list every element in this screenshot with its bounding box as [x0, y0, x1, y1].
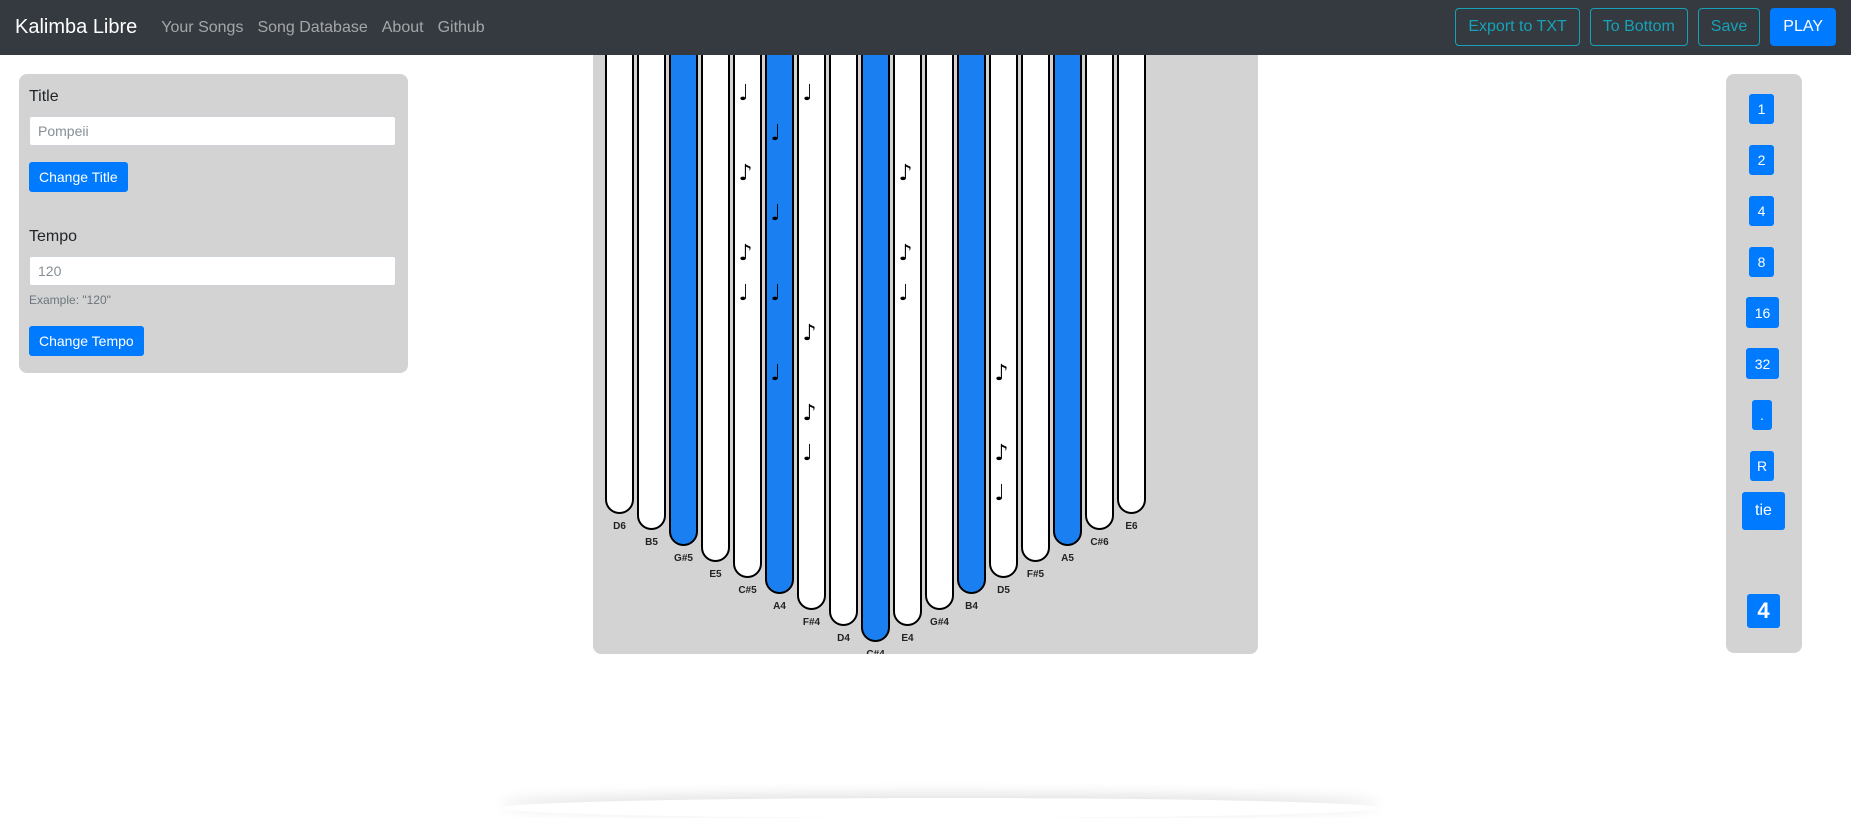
tine-e4[interactable] — [893, 55, 922, 626]
tine-csharp6[interactable] — [1085, 55, 1114, 530]
duration-32-button[interactable]: 32 — [1746, 348, 1779, 379]
note-toolbar: 1 2 4 8 16 32 . R tie 4 — [1726, 74, 1802, 653]
duration-4-button[interactable]: 4 — [1749, 196, 1774, 226]
tine-label: F#4 — [803, 617, 821, 628]
tine-label: D4 — [837, 633, 850, 644]
tine-label: A4 — [773, 601, 786, 612]
note-marker[interactable]: ♩ — [803, 81, 813, 106]
duration-1-button[interactable]: 1 — [1749, 94, 1774, 124]
play-button[interactable]: PLAY — [1770, 8, 1836, 46]
tine-label: A5 — [1061, 553, 1074, 564]
navbar: Kalimba Libre Your Songs Song Database A… — [0, 0, 1851, 55]
note-marker[interactable]: ♪ — [739, 161, 753, 186]
tine-label: B4 — [965, 601, 978, 612]
tine-gsharp5[interactable] — [669, 55, 698, 546]
tine-d4[interactable] — [829, 55, 858, 626]
tine-label: D6 — [613, 521, 626, 532]
tine-label: G#5 — [674, 553, 693, 564]
tine-b4[interactable] — [957, 55, 986, 594]
tine-d6[interactable] — [605, 55, 634, 514]
note-marker[interactable]: ♪ — [995, 441, 1009, 466]
note-marker[interactable]: ♪ — [739, 241, 753, 266]
note-marker[interactable]: ♪ — [899, 161, 913, 186]
export-txt-button[interactable]: Export to TXT — [1455, 8, 1580, 46]
tine-gsharp4[interactable] — [925, 55, 954, 610]
kalimba-svg: D6 B5 G#5 E5 C#5 A4 F#4 D4 C#4 E4 G#4 B4 D5 F#5 A5 C#6 E… — [605, 55, 1146, 654]
note-marker[interactable]: ♪ — [803, 321, 817, 346]
tine-fsharp5[interactable] — [1021, 55, 1050, 562]
note-marker[interactable]: ♩ — [771, 121, 781, 146]
tempo-hint: Example: "120" — [29, 293, 111, 307]
change-tempo-button[interactable]: Change Tempo — [29, 326, 144, 356]
tine-e5[interactable] — [701, 55, 730, 562]
note-marker[interactable]: ♩ — [739, 281, 749, 306]
note-marker[interactable]: ♪ — [899, 241, 913, 266]
note-marker[interactable]: ♩ — [771, 201, 781, 226]
tine-a5[interactable] — [1053, 55, 1082, 546]
note-marker[interactable]: ♪ — [803, 401, 817, 426]
tine-label: C#5 — [738, 585, 757, 596]
save-button[interactable]: Save — [1697, 8, 1761, 46]
duration-2-button[interactable]: 2 — [1749, 145, 1774, 175]
tine-e6[interactable] — [1117, 55, 1146, 514]
tine-label: F#5 — [1027, 569, 1045, 580]
tine-label: D5 — [997, 585, 1010, 596]
tine-label: C#6 — [1090, 537, 1109, 548]
bottom-shadow — [500, 798, 1380, 818]
to-bottom-button[interactable]: To Bottom — [1589, 8, 1688, 46]
tine-label: B5 — [645, 537, 658, 548]
tine-label: C#4 — [866, 649, 885, 654]
tine-label: E6 — [1125, 521, 1138, 532]
tine-label: E5 — [709, 569, 722, 580]
nav-song-database[interactable]: Song Database — [257, 19, 367, 37]
duration-8-button[interactable]: 8 — [1749, 247, 1774, 277]
tine-label: G#4 — [930, 617, 949, 628]
title-label: Title — [29, 88, 59, 105]
duration-16-button[interactable]: 16 — [1746, 297, 1779, 328]
tine-csharp4[interactable] — [861, 55, 890, 642]
nav-about[interactable]: About — [382, 19, 424, 37]
current-duration-indicator: 4 — [1747, 594, 1780, 628]
note-marker[interactable]: ♩ — [771, 281, 781, 306]
tie-button[interactable]: tie — [1742, 492, 1785, 530]
brand-link[interactable]: Kalimba Libre — [15, 16, 137, 39]
nav-github[interactable]: Github — [438, 19, 485, 37]
note-marker[interactable]: ♩ — [899, 281, 909, 306]
nav-your-songs[interactable]: Your Songs — [161, 19, 243, 37]
song-settings-panel: Title Change Title Tempo Example: "120" … — [19, 74, 408, 373]
note-marker[interactable]: ♩ — [771, 361, 781, 386]
note-marker[interactable]: ♩ — [803, 441, 813, 466]
tine-b5[interactable] — [637, 55, 666, 530]
dot-button[interactable]: . — [1752, 400, 1772, 430]
note-marker[interactable]: ♩ — [995, 481, 1005, 506]
tine-label: E4 — [901, 633, 914, 644]
change-title-button[interactable]: Change Title — [29, 162, 128, 192]
rest-button[interactable]: R — [1750, 451, 1774, 481]
tempo-label: Tempo — [29, 228, 78, 245]
kalimba-board: D6 B5 G#5 E5 C#5 A4 F#4 D4 C#4 E4 G#4 B4 D5 F#5 A5 C#6 E… — [593, 55, 1258, 654]
note-marker[interactable]: ♩ — [739, 81, 749, 106]
navbar-actions: Export to TXT To Bottom Save PLAY — [1455, 8, 1836, 46]
tine-csharp5[interactable] — [733, 55, 762, 578]
note-marker[interactable]: ♪ — [995, 361, 1009, 386]
title-input[interactable] — [29, 116, 396, 146]
tempo-input[interactable] — [29, 256, 396, 286]
